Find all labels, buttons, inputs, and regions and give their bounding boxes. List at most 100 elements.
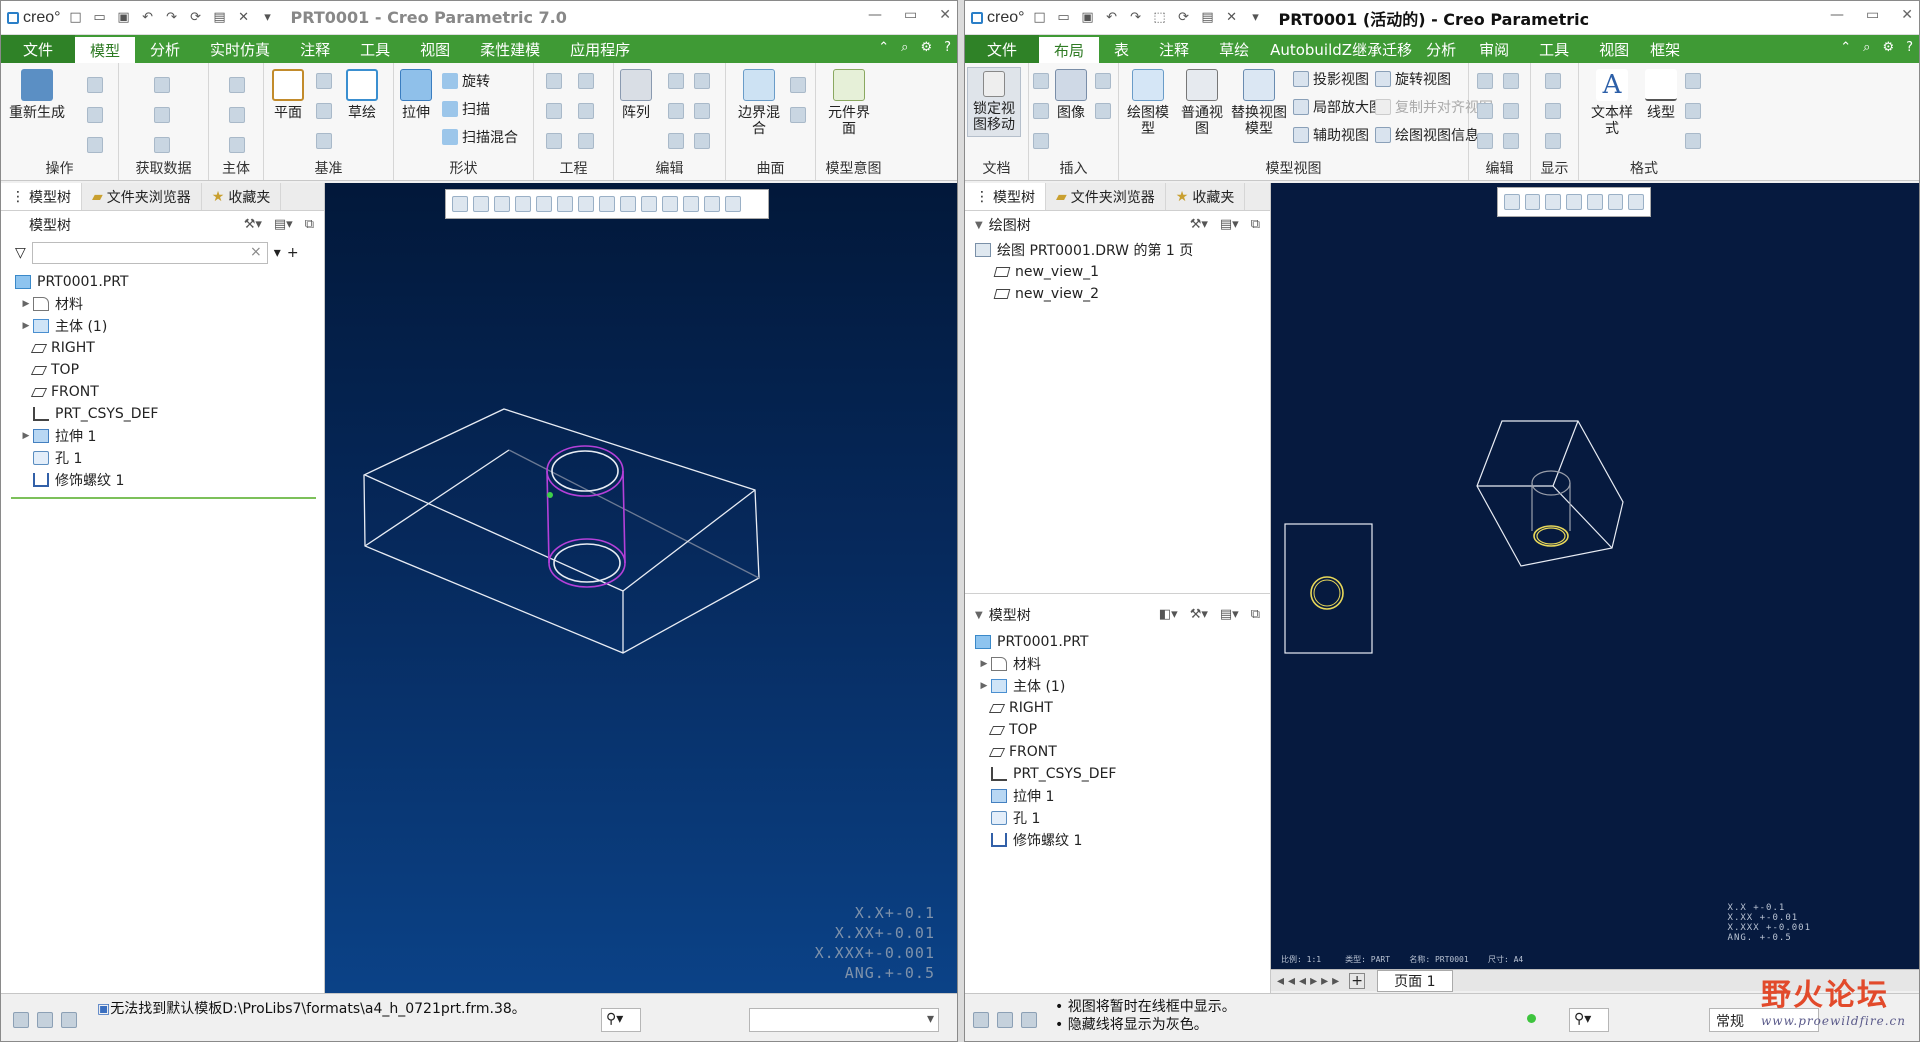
show-icon[interactable]: ▤▾ xyxy=(1220,217,1239,232)
find-button[interactable]: ⚲▾ xyxy=(601,1008,641,1032)
tab-table[interactable]: 表 xyxy=(1099,35,1144,63)
extrude-button[interactable]: 拉伸 xyxy=(400,69,432,121)
arrange-views-icon[interactable] xyxy=(1477,73,1493,89)
show-icon[interactable] xyxy=(1545,73,1561,89)
tab-file[interactable]: 文件 xyxy=(1,35,76,63)
tree-node-view-1[interactable]: new_view_1 xyxy=(965,261,1270,283)
open-icon[interactable]: ▭ xyxy=(91,9,109,27)
erase-view-icon[interactable] xyxy=(1503,133,1519,149)
tab-favorites[interactable]: ★ 收藏夹 xyxy=(1166,183,1246,210)
tab-live-simulation[interactable]: 实时仿真 xyxy=(195,35,285,63)
sketch-button[interactable]: 草绘 xyxy=(346,69,378,121)
close-window-icon[interactable]: ✕ xyxy=(1223,9,1241,27)
detailed-view-button[interactable]: 局部放大图 xyxy=(1293,97,1383,117)
fill-icon[interactable] xyxy=(790,77,806,93)
tab-tools[interactable]: 工具 xyxy=(1524,35,1584,63)
help-icon[interactable]: ? xyxy=(944,40,951,55)
open-icon[interactable]: ▭ xyxy=(1055,9,1073,27)
group-label[interactable]: 基准 xyxy=(264,158,393,178)
browser-toggle-icon[interactable] xyxy=(37,1012,53,1028)
hole-icon[interactable] xyxy=(546,73,562,89)
new-icon[interactable]: □ xyxy=(67,9,85,27)
copy-geometry-icon[interactable] xyxy=(154,107,170,123)
tree-node-body[interactable]: ▶ 主体 (1) xyxy=(965,675,1270,697)
tree-node-front[interactable]: FRONT xyxy=(965,741,1270,763)
close-icon[interactable]: ✕ xyxy=(939,7,951,23)
close-window-icon[interactable]: ✕ xyxy=(235,9,253,27)
undo-icon[interactable]: ↶ xyxy=(1103,9,1121,27)
settings-icon[interactable]: ⚙ xyxy=(920,40,932,55)
tab-applications[interactable]: 应用程序 xyxy=(555,35,645,63)
filter-icon[interactable]: ▽ xyxy=(15,245,26,261)
save-icon[interactable]: ▣ xyxy=(1079,9,1097,27)
maximize-icon[interactable]: ▭ xyxy=(904,7,917,23)
close-icon[interactable]: ✕ xyxy=(1901,7,1913,23)
tree-node-right[interactable]: RIGHT xyxy=(1,337,324,359)
expand-icon[interactable]: ▶ xyxy=(19,431,33,441)
navigator-toggle-icon[interactable] xyxy=(13,1012,29,1028)
tree-node-top[interactable]: TOP xyxy=(1,359,324,381)
plane-button[interactable]: 平面 xyxy=(272,69,304,121)
regenerate-button[interactable]: 重新生成 xyxy=(9,69,65,121)
pattern-button[interactable]: 阵列 xyxy=(620,69,652,121)
csys-icon[interactable] xyxy=(316,133,332,149)
tab-analysis[interactable]: 分析 xyxy=(1418,35,1464,63)
help-icon[interactable]: ? xyxy=(1906,40,1913,55)
splitter[interactable] xyxy=(965,593,1270,594)
tree-node-right[interactable]: RIGHT xyxy=(965,697,1270,719)
expand-icon[interactable]: ▶ xyxy=(19,321,33,331)
graphics-window[interactable]: X.X+-0.1 X.XX+-0.01 X.XXX+-0.001 ANG.+-0… xyxy=(325,183,957,993)
show-icon[interactable]: ▤▾ xyxy=(274,217,293,232)
tab-autobuildz[interactable]: AutobuildZ继承迁移 xyxy=(1264,35,1418,63)
general-view-button[interactable]: 普通视图 xyxy=(1177,69,1227,137)
new-sheet-icon[interactable] xyxy=(1033,73,1049,89)
full-screen-icon[interactable] xyxy=(1021,1012,1037,1028)
tab-model[interactable]: 模型 xyxy=(75,37,136,63)
tab-favorites[interactable]: ★ 收藏夹 xyxy=(202,183,282,210)
offset-icon[interactable] xyxy=(668,133,684,149)
boundary-blend-button[interactable]: 边界混合 xyxy=(732,69,786,137)
style-icon[interactable] xyxy=(790,107,806,123)
delete-icon[interactable] xyxy=(87,137,103,153)
import-icon[interactable] xyxy=(1095,103,1111,119)
draft-icon[interactable] xyxy=(546,133,562,149)
tab-flexible-modeling[interactable]: 柔性建模 xyxy=(465,35,555,63)
new-body-icon[interactable] xyxy=(229,137,245,153)
pattern-fill-icon[interactable] xyxy=(1685,103,1701,119)
minimize-icon[interactable]: — xyxy=(868,7,882,23)
group-label[interactable]: 插入 xyxy=(1029,158,1118,178)
redo-icon[interactable]: ↷ xyxy=(163,9,181,27)
extend-icon[interactable] xyxy=(694,73,710,89)
drawing-canvas[interactable]: X.X +-0.1 X.XX +-0.01 X.XXX +-0.001 ANG.… xyxy=(1271,183,1919,969)
sheet-tab[interactable]: 页面 1 xyxy=(1377,969,1453,992)
shell-icon[interactable] xyxy=(578,103,594,119)
tab-review[interactable]: 审阅 xyxy=(1464,35,1524,63)
thicken-icon[interactable] xyxy=(694,133,710,149)
search-icon[interactable]: ⌕ xyxy=(901,40,908,55)
search-icon[interactable]: ⌕ xyxy=(1863,40,1870,55)
point-icon[interactable] xyxy=(316,103,332,119)
sweep-button[interactable]: 扫描 xyxy=(442,99,490,119)
mirror-icon[interactable] xyxy=(668,73,684,89)
expand-icon[interactable]: ▶ xyxy=(977,659,991,669)
copy-icon[interactable] xyxy=(87,77,103,93)
chamfer-icon[interactable] xyxy=(546,103,562,119)
tree-node-front[interactable]: FRONT xyxy=(1,381,324,403)
expand-icon[interactable]: ▶ xyxy=(19,299,33,309)
filter-dropdown-icon[interactable]: ▾ xyxy=(274,245,281,261)
revolve-button[interactable]: 旋转 xyxy=(442,71,490,91)
regenerate-icon[interactable]: ⟳ xyxy=(187,9,205,27)
tab-annotate[interactable]: 注释 xyxy=(285,35,345,63)
collapse-icon[interactable]: ▼ xyxy=(975,610,983,621)
group-label[interactable]: 获取数据 xyxy=(119,158,208,178)
tree-node-view-2[interactable]: new_view_2 xyxy=(965,283,1270,305)
maximize-icon[interactable]: ▭ xyxy=(1866,7,1879,23)
browser-toggle-icon[interactable] xyxy=(997,1012,1013,1028)
line-style-button[interactable]: 线型 xyxy=(1641,69,1681,121)
projection-view-button[interactable]: 投影视图 xyxy=(1293,69,1369,89)
tree-node-extrude[interactable]: ▶ 拉伸 1 xyxy=(1,425,324,447)
text-style-button[interactable]: A 文本样式 xyxy=(1585,69,1639,137)
tree-node-material[interactable]: ▶ 材料 xyxy=(965,653,1270,675)
axis-icon[interactable] xyxy=(316,73,332,89)
tree-node-root[interactable]: PRT0001.PRT xyxy=(1,271,324,293)
